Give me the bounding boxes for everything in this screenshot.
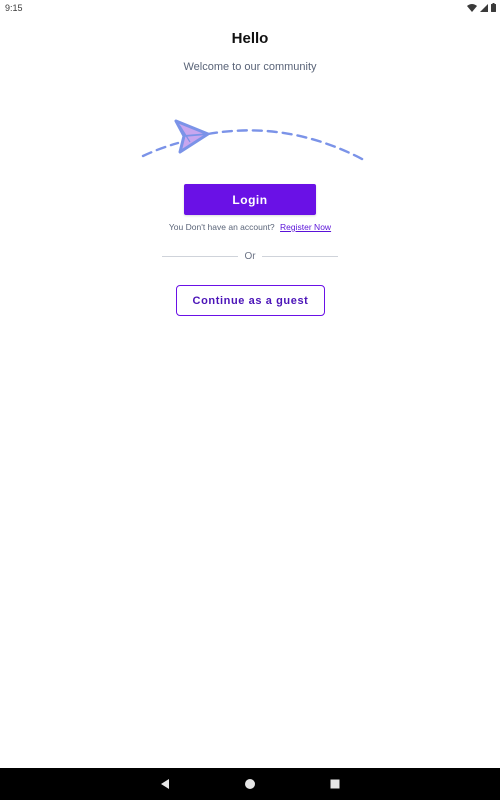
status-bar: 9:15 [0, 0, 500, 16]
login-button[interactable]: Login [184, 184, 316, 215]
back-icon[interactable] [157, 776, 173, 792]
page-subtitle: Welcome to our community [183, 61, 317, 73]
navigation-bar [0, 768, 500, 800]
divider-label: Or [244, 250, 256, 262]
battery-icon [491, 3, 496, 12]
status-time: 9:15 [5, 3, 23, 13]
register-now-link[interactable]: Register Now [280, 222, 331, 232]
recents-icon[interactable] [327, 776, 343, 792]
register-row: You Don't have an account? Register Now [0, 222, 500, 232]
status-icons [467, 3, 496, 12]
paper-plane-icon [174, 119, 210, 154]
or-divider: Or [162, 249, 339, 263]
continue-as-guest-button[interactable]: Continue as a guest [176, 285, 325, 316]
wifi-icon [467, 3, 477, 12]
divider-line-left [162, 255, 239, 257]
paper-plane-illustration [138, 112, 370, 168]
signal-icon [480, 3, 488, 12]
screen: 9:15 Hello Welcome to our community Logi… [0, 0, 500, 800]
flight-trail [206, 129, 366, 162]
register-prompt: You Don't have an account? [168, 222, 275, 232]
divider-line-right [261, 255, 339, 257]
flight-trail [141, 141, 180, 158]
home-icon[interactable] [242, 776, 258, 792]
page-title: Hello [231, 30, 269, 47]
